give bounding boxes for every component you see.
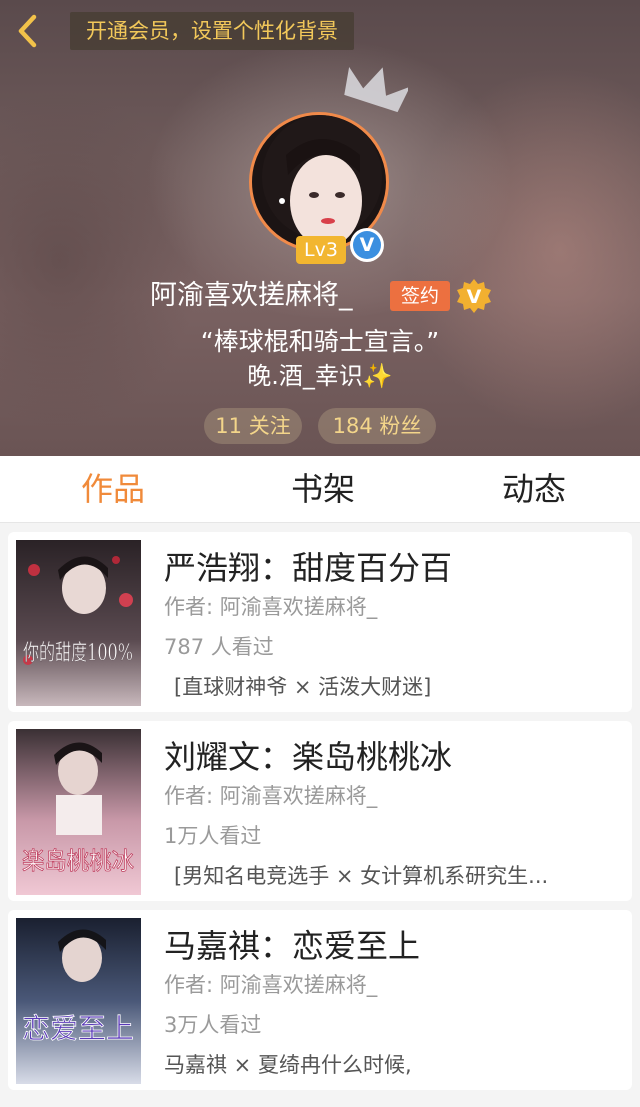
book-cover: 楽岛桃桃冰 [16, 729, 141, 895]
work-title[interactable]: 马嘉祺：恋爱至上 [164, 926, 420, 966]
book-cover: 你的甜度100% [16, 540, 141, 706]
work-card[interactable]: 你的甜度100% 严浩翔：甜度百分百 作者: 阿渝喜欢搓麻将_ 787 人看过 … [8, 532, 632, 712]
work-reads: 787 人看过 [164, 635, 274, 659]
svg-text:你的甜度100%: 你的甜度100% [23, 641, 133, 666]
level-badge: Lv3 [296, 236, 346, 264]
svg-text:楽岛桃桃冰: 楽岛桃桃冰 [22, 847, 134, 875]
work-card[interactable]: 恋爱至上 马嘉祺：恋爱至上 作者: 阿渝喜欢搓麻将_ 3万人看过 马嘉祺 × 夏… [8, 910, 632, 1090]
followers-count[interactable]: 184 粉丝 [318, 408, 436, 444]
tab-activity[interactable]: 动态 [479, 456, 589, 522]
crown-icon [344, 66, 408, 113]
profile-quote: “棒球棍和骑士宣言。” [200, 327, 440, 356]
profile-header: 开通会员，设置个性化背景 Lv3 V 阿渝喜欢搓麻将_ 签约 V “棒球棍和骑士… [0, 0, 640, 456]
work-card[interactable]: 楽岛桃桃冰 刘耀文：楽岛桃桃冰 作者: 阿渝喜欢搓麻将_ 1万人看过 [男知名电… [8, 721, 632, 901]
signed-badge: 签约 [390, 281, 450, 311]
profile-subtitle: 晚.酒_幸识✨ [247, 362, 393, 390]
work-tagline: 马嘉祺 × 夏绮冉什么时候, [164, 1053, 412, 1077]
work-author: 作者: 阿渝喜欢搓麻将_ [164, 973, 378, 997]
work-author: 作者: 阿渝喜欢搓麻将_ [164, 784, 378, 808]
svg-text:V: V [467, 286, 482, 308]
vip-background-promo[interactable]: 开通会员，设置个性化背景 [70, 12, 354, 50]
work-tagline: [直球财神爷 × 活泼大财迷] [174, 675, 432, 699]
work-reads: 3万人看过 [164, 1013, 262, 1037]
svg-text:恋爱至上: 恋爱至上 [22, 1012, 134, 1045]
back-icon[interactable] [14, 14, 44, 48]
tab-works[interactable]: 作品 [58, 456, 168, 522]
work-title[interactable]: 严浩翔：甜度百分百 [164, 548, 452, 588]
book-cover: 恋爱至上 [16, 918, 141, 1084]
vip-icon: V [457, 279, 491, 313]
work-reads: 1万人看过 [164, 824, 262, 848]
verified-icon: V [350, 228, 384, 262]
work-author: 作者: 阿渝喜欢搓麻将_ [164, 595, 378, 619]
profile-tabs: 作品 书架 动态 [0, 456, 640, 523]
following-count[interactable]: 11 关注 [204, 408, 302, 444]
work-title[interactable]: 刘耀文：楽岛桃桃冰 [164, 737, 452, 777]
tab-bookshelf[interactable]: 书架 [268, 456, 378, 522]
user-name: 阿渝喜欢搓麻将_ [150, 280, 353, 311]
work-tagline: [男知名电竞选手 × 女计算机系研究生... [174, 864, 549, 888]
